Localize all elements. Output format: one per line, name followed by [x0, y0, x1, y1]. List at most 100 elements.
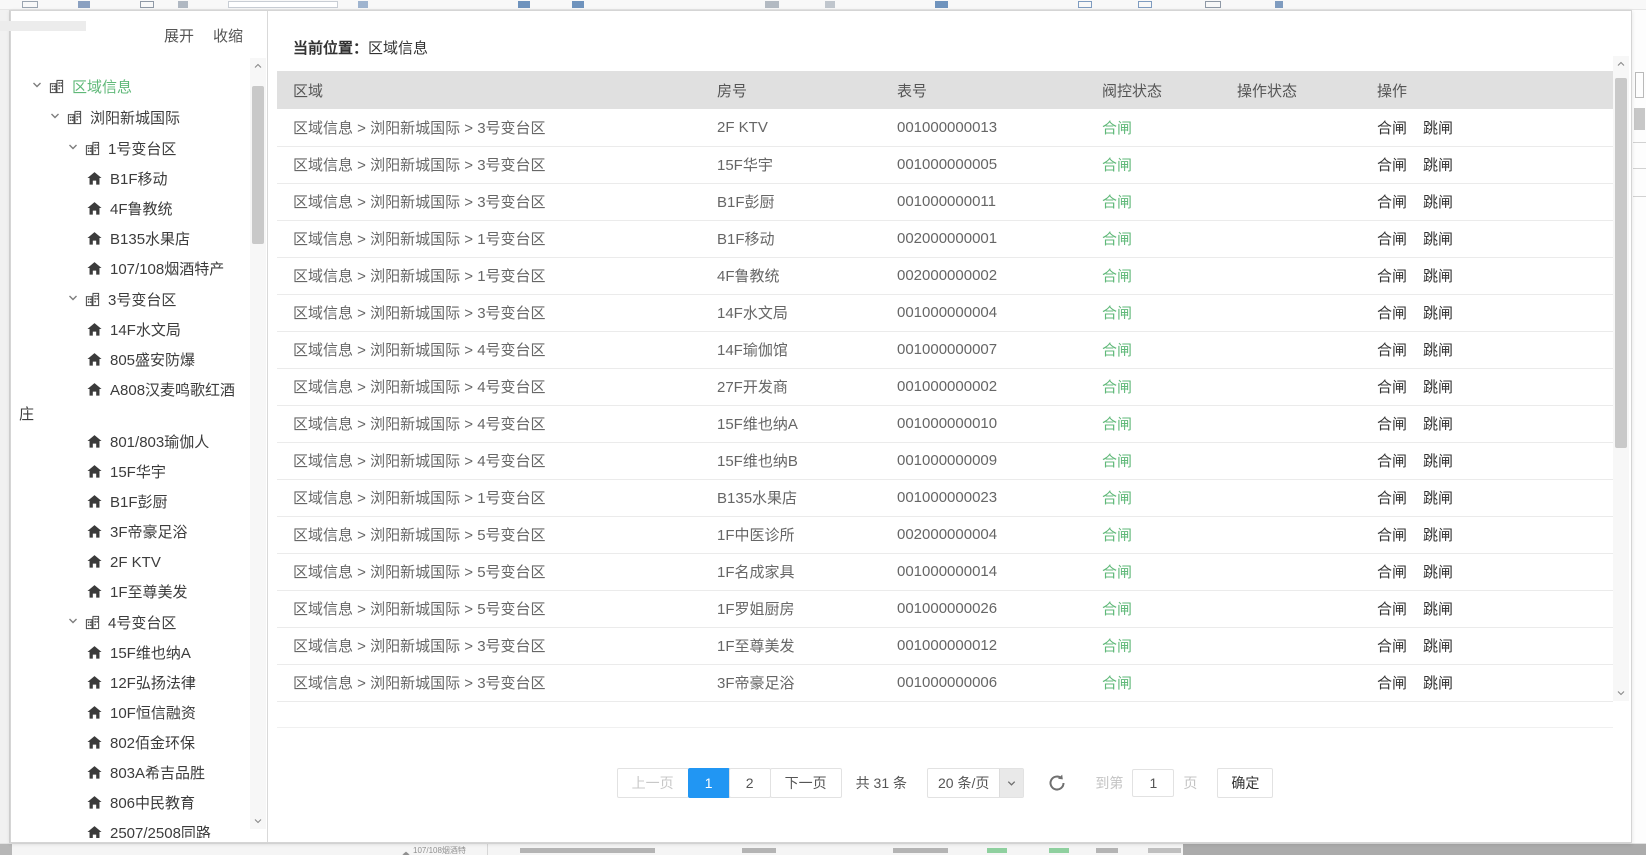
close-switch-link[interactable]: 合闸	[1377, 453, 1407, 470]
tree-leaf[interactable]: 4F鲁教统	[11, 196, 250, 226]
close-switch-link[interactable]: 合闸	[1377, 231, 1407, 248]
trip-switch-link[interactable]: 跳闸	[1423, 564, 1453, 581]
goto-page-input[interactable]	[1132, 769, 1174, 797]
valve-status-cell: 合闸	[1086, 664, 1221, 701]
close-switch-link[interactable]: 合闸	[1377, 638, 1407, 655]
trip-switch-link[interactable]: 跳闸	[1423, 157, 1453, 174]
close-switch-link[interactable]: 合闸	[1377, 379, 1407, 396]
page-button-2[interactable]: 2	[729, 768, 771, 798]
tree-leaf[interactable]: 2F KTV	[11, 549, 250, 579]
chevron-down-icon[interactable]	[67, 138, 79, 160]
tree-scrollbar[interactable]	[250, 58, 266, 829]
tree-leaf[interactable]: B1F移动	[11, 166, 250, 196]
close-switch-link[interactable]: 合闸	[1377, 527, 1407, 544]
trip-switch-link[interactable]: 跳闸	[1423, 675, 1453, 692]
tree-leaf[interactable]: 14F水文局	[11, 317, 250, 347]
tree-leaf[interactable]: 802佰金环保	[11, 730, 250, 760]
valve-status-cell: 合闸	[1086, 109, 1221, 146]
tree-leaf[interactable]: 801/803瑜伽人	[11, 429, 250, 459]
scroll-up-icon[interactable]	[250, 58, 266, 74]
page-button-1[interactable]: 1	[688, 768, 730, 798]
tree-scrollbar-thumb[interactable]	[252, 86, 264, 244]
tree-leaf[interactable]: 1F至尊美发	[11, 579, 250, 609]
tree-leaf[interactable]: B135水果店	[11, 226, 250, 256]
table-row: 区域信息 > 浏阳新城国际 > 5号变台区 1F罗姐厨房 00100000002…	[277, 590, 1613, 627]
next-page-button[interactable]: 下一页	[770, 768, 842, 798]
tree-leaf[interactable]: 15F维也纳A	[11, 640, 250, 670]
room-cell: 15F华宇	[701, 146, 881, 183]
tree-leaf[interactable]: 15F华宇	[11, 459, 250, 489]
trip-switch-link[interactable]: 跳闸	[1423, 379, 1453, 396]
table-header-row: 区域 房号 表号 阀控状态 操作状态 操作	[277, 71, 1613, 109]
close-switch-link[interactable]: 合闸	[1377, 194, 1407, 211]
trip-switch-link[interactable]: 跳闸	[1423, 342, 1453, 359]
close-switch-link[interactable]: 合闸	[1377, 157, 1407, 174]
tree-branch[interactable]: 浏阳新城国际	[11, 104, 250, 135]
trip-switch-link[interactable]: 跳闸	[1423, 638, 1453, 655]
trip-switch-link[interactable]: 跳闸	[1423, 268, 1453, 285]
ops-cell: 合闸跳闸	[1361, 405, 1613, 442]
tree-leaf[interactable]: 10F恒信融资	[11, 700, 250, 730]
toolbar-icon-fragment	[140, 1, 154, 8]
tree-leaf[interactable]: 12F弘扬法律	[11, 670, 250, 700]
close-switch-link[interactable]: 合闸	[1377, 268, 1407, 285]
chevron-down-icon[interactable]	[31, 76, 43, 98]
trip-switch-link[interactable]: 跳闸	[1423, 194, 1453, 211]
trip-switch-link[interactable]: 跳闸	[1423, 231, 1453, 248]
prev-page-button[interactable]: 上一页	[617, 768, 689, 798]
collapse-all-button[interactable]: 收缩	[213, 25, 243, 46]
tree-leaf[interactable]: 806中民教育	[11, 790, 250, 820]
tree-leaf[interactable]: 2507/2508同路	[11, 820, 250, 838]
tree-leaf[interactable]: 803A希吉品胜	[11, 760, 250, 790]
close-switch-link[interactable]: 合闸	[1377, 601, 1407, 618]
close-switch-link[interactable]: 合闸	[1377, 305, 1407, 322]
expand-all-button[interactable]: 展开	[164, 25, 194, 46]
table-scrollbar[interactable]	[1613, 56, 1629, 701]
background-line	[1633, 168, 1646, 169]
room-cell: 1F罗姐厨房	[701, 590, 881, 627]
chevron-down-icon[interactable]	[67, 289, 79, 311]
tree-branch[interactable]: 3号变台区	[11, 286, 250, 317]
trip-switch-link[interactable]: 跳闸	[1423, 305, 1453, 322]
tree-leaf[interactable]: B1F彭厨	[11, 489, 250, 519]
scroll-down-icon[interactable]	[1613, 685, 1629, 701]
trip-switch-link[interactable]: 跳闸	[1423, 601, 1453, 618]
close-switch-link[interactable]: 合闸	[1377, 120, 1407, 137]
tree-panel: 展开 收缩 区域信息 浏阳新城国际 1号变台区 B1F移动 4F鲁教统 B135…	[11, 11, 268, 842]
tree-leaf[interactable]: A808汉麦鸣歌红酒庄	[11, 377, 250, 429]
tree-leaf[interactable]: 107/108烟酒特产	[11, 256, 250, 286]
page-size-select[interactable]: 20 条/页	[927, 768, 1024, 798]
tree-branch[interactable]: 1号变台区	[11, 135, 250, 166]
trip-switch-link[interactable]: 跳闸	[1423, 120, 1453, 137]
tree-leaf[interactable]: 805盛安防爆	[11, 347, 250, 377]
refresh-button[interactable]	[1046, 772, 1068, 794]
confirm-button[interactable]: 确定	[1217, 768, 1273, 798]
table-scrollbar-thumb[interactable]	[1615, 78, 1627, 448]
room-cell: 1F至尊美发	[701, 627, 881, 664]
chevron-down-icon[interactable]	[67, 612, 79, 634]
close-switch-link[interactable]: 合闸	[1377, 675, 1407, 692]
meter-cell: 001000000012	[881, 627, 1086, 664]
tree-node-label: A808汉麦鸣歌红酒庄	[19, 382, 235, 423]
table-row: 区域信息 > 浏阳新城国际 > 3号变台区 B1F彭厨 001000000011…	[277, 183, 1613, 220]
close-switch-link[interactable]: 合闸	[1377, 490, 1407, 507]
close-switch-link[interactable]: 合闸	[1377, 342, 1407, 359]
tree-branch[interactable]: 区域信息	[11, 73, 250, 104]
trip-switch-link[interactable]: 跳闸	[1423, 453, 1453, 470]
tree-leaf[interactable]: 3F帝豪足浴	[11, 519, 250, 549]
building-icon	[67, 110, 82, 132]
op-status-cell	[1221, 257, 1361, 294]
toolbar-icon-fragment	[825, 1, 835, 8]
scroll-up-icon[interactable]	[1613, 56, 1629, 72]
trip-switch-link[interactable]: 跳闸	[1423, 527, 1453, 544]
tree-branch[interactable]: 4号变台区	[11, 609, 250, 640]
close-switch-link[interactable]: 合闸	[1377, 564, 1407, 581]
trip-switch-link[interactable]: 跳闸	[1423, 490, 1453, 507]
trip-switch-link[interactable]: 跳闸	[1423, 416, 1453, 433]
chevron-down-icon[interactable]	[49, 107, 61, 129]
close-switch-link[interactable]: 合闸	[1377, 416, 1407, 433]
home-icon	[87, 231, 102, 253]
scroll-down-icon[interactable]	[250, 813, 266, 829]
valve-status: 合闸	[1102, 564, 1132, 581]
home-icon	[87, 322, 102, 344]
